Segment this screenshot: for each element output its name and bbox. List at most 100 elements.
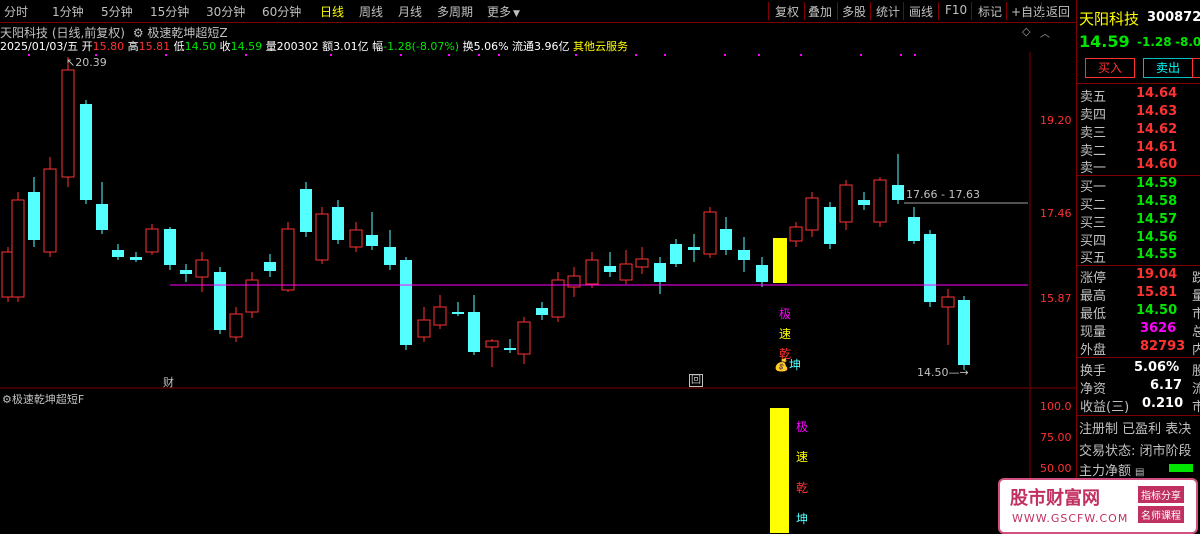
period-toolbar: 分时 1分钟 5分钟 15分钟 30分钟 60分钟 日线 周线 月线 多周期 更… xyxy=(0,0,1200,23)
stats-button[interactable]: 统计 xyxy=(876,3,900,20)
sell-button[interactable]: 卖出 xyxy=(1143,58,1193,78)
tab-60min[interactable]: 60分钟 xyxy=(262,3,301,20)
bid-row-3[interactable]: 买三 14.57 xyxy=(1080,212,1200,231)
stat-limit-up: 涨停 19.04 跌 xyxy=(1080,267,1200,286)
separator xyxy=(837,2,838,20)
candle-body xyxy=(635,258,649,268)
signal-dot xyxy=(478,54,480,56)
stat-high: 最高 15.81 量 xyxy=(1080,285,1200,304)
bid-row-4[interactable]: 买四 14.56 xyxy=(1080,230,1200,249)
watermark-tag2: 名师课程 xyxy=(1138,506,1184,523)
price-change: -1.28 xyxy=(1137,35,1172,49)
sub-indicator-title[interactable]: ⚙极速乾坤超短F xyxy=(2,391,84,407)
signal-dot xyxy=(448,54,450,56)
event-badge[interactable]: 回 xyxy=(689,374,703,387)
signal-dot xyxy=(800,54,802,56)
candle-body xyxy=(551,279,565,318)
candle-body xyxy=(11,199,25,298)
axis-label: 15.87 xyxy=(1040,292,1072,305)
divider xyxy=(1077,357,1200,358)
sub-signal-qian: 乾 xyxy=(796,481,809,495)
ask-row-3[interactable]: 卖三 14.62 xyxy=(1080,122,1200,141)
candle-body xyxy=(61,69,75,178)
candle-body xyxy=(604,266,616,272)
finance-badge[interactable]: 财 xyxy=(163,374,174,390)
bid-row-2[interactable]: 买二 14.58 xyxy=(1080,194,1200,213)
more-trade-button[interactable] xyxy=(1192,58,1200,78)
tab-15min[interactable]: 15分钟 xyxy=(150,3,189,20)
multi-stock-button[interactable]: 多股 xyxy=(842,3,866,20)
bid-row-1[interactable]: 买一 14.59 xyxy=(1080,176,1200,195)
ask-row-2[interactable]: 卖二 14.61 xyxy=(1080,140,1200,159)
signal-dot xyxy=(245,54,247,56)
signal-char-ji: 极 xyxy=(779,307,792,321)
candle-body xyxy=(908,217,920,241)
fuquan-button[interactable]: 复权 xyxy=(775,3,799,20)
fund-net-asset: 净资 6.17 流 xyxy=(1080,378,1200,397)
stat-current-vol: 现量 3626 总 xyxy=(1080,321,1200,340)
overlay-button[interactable]: 叠加 xyxy=(808,3,832,20)
tab-monthly[interactable]: 月线 xyxy=(398,3,422,20)
candle-body xyxy=(720,229,732,250)
candle-body xyxy=(789,226,803,242)
registration-info: 注册制 已盈利 表决 xyxy=(1079,422,1192,437)
add-watchlist-button[interactable]: +自选 xyxy=(1011,3,1045,20)
separator xyxy=(804,2,805,20)
tab-30min[interactable]: 30分钟 xyxy=(206,3,245,20)
axis-label: 19.20 xyxy=(1040,114,1072,127)
tab-5min[interactable]: 5分钟 xyxy=(101,3,133,20)
ask-row-1[interactable]: 卖一 14.60 xyxy=(1080,157,1200,176)
stock-code: 300872 xyxy=(1147,10,1200,25)
signal-dot xyxy=(860,54,862,56)
buy-button[interactable]: 买入 xyxy=(1085,58,1135,78)
ask-row-4[interactable]: 卖四 14.63 xyxy=(1080,104,1200,123)
candle-body xyxy=(195,259,209,278)
stock-name: 天阳科技 xyxy=(1079,10,1140,28)
tab-daily[interactable]: 日线 xyxy=(320,3,344,20)
signal-dot xyxy=(575,54,577,56)
divider xyxy=(1077,265,1200,266)
list-icon[interactable]: ▤ xyxy=(1135,467,1144,478)
tab-fenshi[interactable]: 分时 xyxy=(4,3,28,20)
candle-body xyxy=(688,247,700,250)
ask-row-5[interactable]: 卖五 14.64 xyxy=(1080,86,1200,105)
kline-chart[interactable] xyxy=(0,52,1076,533)
gear-icon[interactable]: ⚙ xyxy=(2,393,12,406)
candle-body xyxy=(468,312,480,352)
back-button[interactable]: 返回 xyxy=(1046,3,1070,20)
f10-button[interactable]: F10 xyxy=(945,3,967,17)
diamond-icon[interactable]: ◇ xyxy=(1022,25,1030,38)
expand-up-icon[interactable]: ︿ xyxy=(1040,25,1050,40)
separator xyxy=(1006,2,1007,20)
candle-body xyxy=(670,244,682,264)
draw-line-button[interactable]: 画线 xyxy=(909,3,933,20)
tab-weekly[interactable]: 周线 xyxy=(359,3,383,20)
stat-outer-vol: 外盘 82793 内 xyxy=(1080,339,1200,358)
separator xyxy=(768,2,769,20)
watermark-url: WWW.GSCFW.COM xyxy=(1012,512,1129,525)
candle-body xyxy=(180,270,192,274)
signal-dot xyxy=(165,54,167,56)
candle-body xyxy=(619,263,633,281)
tab-multi-period[interactable]: 多周期 xyxy=(437,3,473,20)
candle-body xyxy=(738,250,750,260)
signal-dot xyxy=(400,54,402,56)
price-change-pct: -8.07 xyxy=(1175,35,1200,49)
tab-1min[interactable]: 1分钟 xyxy=(52,3,84,20)
mark-button[interactable]: 标记 xyxy=(978,3,1002,20)
chevron-down-icon: ▼ xyxy=(513,9,520,19)
quote-panel: 天阳科技 300872 14.59 -1.28 -8.07 买入 卖出 卖五14… xyxy=(1076,0,1200,533)
tab-more[interactable]: 更多 ▼ xyxy=(487,3,520,20)
signal-dot xyxy=(498,54,500,56)
candle-body xyxy=(941,296,955,308)
candle-body xyxy=(43,168,57,253)
candle-body xyxy=(80,104,92,200)
axis-label: 17.46 xyxy=(1040,207,1072,220)
candle-body xyxy=(384,247,396,265)
signal-dot xyxy=(635,54,637,56)
bid-row-5[interactable]: 买五 14.55 xyxy=(1080,247,1200,266)
candle-body xyxy=(281,228,295,291)
candle-body xyxy=(400,260,412,345)
candle-body xyxy=(264,262,276,271)
signal-dots xyxy=(28,54,916,56)
